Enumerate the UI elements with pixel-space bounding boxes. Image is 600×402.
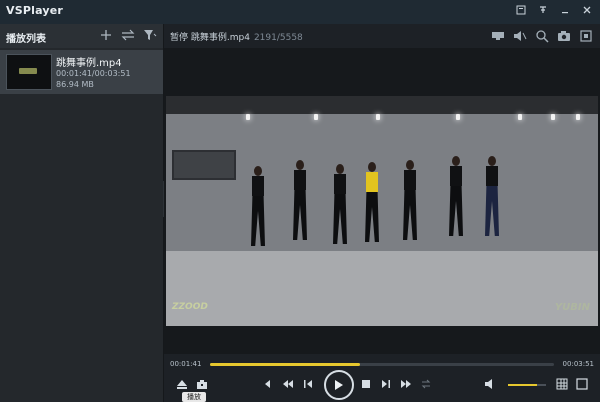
stop-icon[interactable] [358,376,374,392]
previous-frame-icon[interactable] [300,376,316,392]
dancer [484,156,500,240]
dancer [332,164,348,244]
app-title: VSPlayer [6,4,64,17]
swap-icon[interactable] [121,28,135,42]
toolbox-icon[interactable] [194,376,210,392]
volume-slider[interactable] [508,384,546,386]
playback-status: 暂停 跳舞事例.mp4 2191/5558 [170,30,303,43]
player-area: 暂停 跳舞事例.mp4 2191/5558 ZZOOD YUBIN 00:01:… [164,24,600,402]
seek-bar[interactable] [210,363,554,366]
play-tooltip: 播放 [182,392,206,402]
playlist-sidebar: 播放列表 跳舞事例.mp4 00:01:41/00:03:51 86.94 MB [0,24,164,402]
menu-icon[interactable] [514,3,528,17]
close-icon[interactable] [580,3,594,17]
fullscreen-icon[interactable] [574,376,590,392]
playlist-item[interactable]: 跳舞事例.mp4 00:01:41/00:03:51 86.94 MB [0,50,163,94]
total-time: 00:03:51 [562,360,594,368]
stop-left-icon[interactable] [260,376,276,392]
control-buttons [164,370,600,400]
add-icon[interactable] [99,28,113,42]
playlist-tools [99,28,157,42]
info-bar: 暂停 跳舞事例.mp4 2191/5558 [164,24,600,48]
item-filename: 跳舞事例.mp4 [56,58,122,69]
grid-icon[interactable] [554,376,570,392]
zoom-icon[interactable] [534,28,550,44]
window-controls [514,3,594,17]
video-watermark-left: ZZOOD [172,302,208,312]
play-button[interactable] [324,370,354,400]
fullscreen-icon[interactable] [578,28,594,44]
eject-icon[interactable] [174,376,190,392]
dancer [250,166,266,246]
video-thumbnail [6,54,52,90]
info-tools [490,28,594,44]
hd-icon[interactable] [490,28,506,44]
status-label: 暂停 跳舞事例.mp4 [170,33,250,43]
item-duration: 00:01:41/00:03:51 [56,69,131,78]
frame-counter: 2191/5558 [253,33,303,43]
video-frame[interactable]: ZZOOD YUBIN [166,96,598,326]
snapshot-icon[interactable] [556,28,572,44]
current-time: 00:01:41 [170,360,202,368]
dancer [402,160,418,242]
wall-mirror [172,150,236,180]
dancer [364,162,380,242]
repeat-icon[interactable] [418,376,434,392]
audio-icon[interactable] [512,28,528,44]
dancer [448,156,464,240]
item-filesize: 86.94 MB [56,80,94,89]
dancer [292,160,308,242]
seek-bar-fill [210,363,361,366]
playlist-title: 播放列表 [6,34,46,45]
video-watermark-right: YUBIN [554,302,590,313]
volume-slider-fill [508,384,537,386]
title-bar: VSPlayer [0,0,600,24]
control-bar: 00:01:41 00:03:51 [164,354,600,402]
minimize-icon[interactable] [558,3,572,17]
pin-icon[interactable] [536,3,550,17]
volume-icon[interactable] [482,376,498,392]
play-icon [335,380,343,390]
playlist-header: 播放列表 [0,24,163,48]
rewind-icon[interactable] [280,376,296,392]
next-frame-icon[interactable] [378,376,394,392]
fast-forward-icon[interactable] [398,376,414,392]
filter-icon[interactable] [143,28,157,42]
